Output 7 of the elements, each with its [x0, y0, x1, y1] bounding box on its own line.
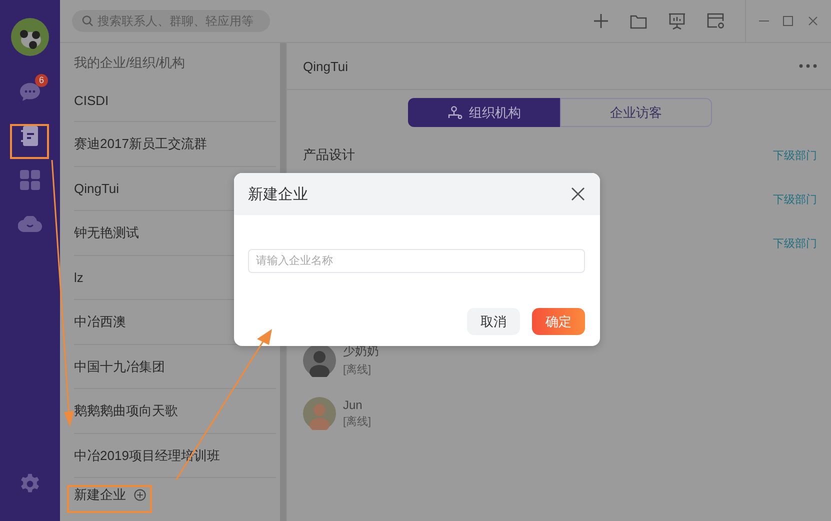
panel-title: QingTui	[303, 58, 348, 74]
unread-badge: 6	[35, 74, 48, 87]
member-name: 少奶奶	[343, 343, 379, 360]
member-status: [离线]	[343, 362, 372, 377]
member-name: Jun	[343, 398, 364, 412]
member-status: [离线]	[343, 414, 372, 429]
section-title: 我的企业/组织/机构	[74, 54, 186, 72]
